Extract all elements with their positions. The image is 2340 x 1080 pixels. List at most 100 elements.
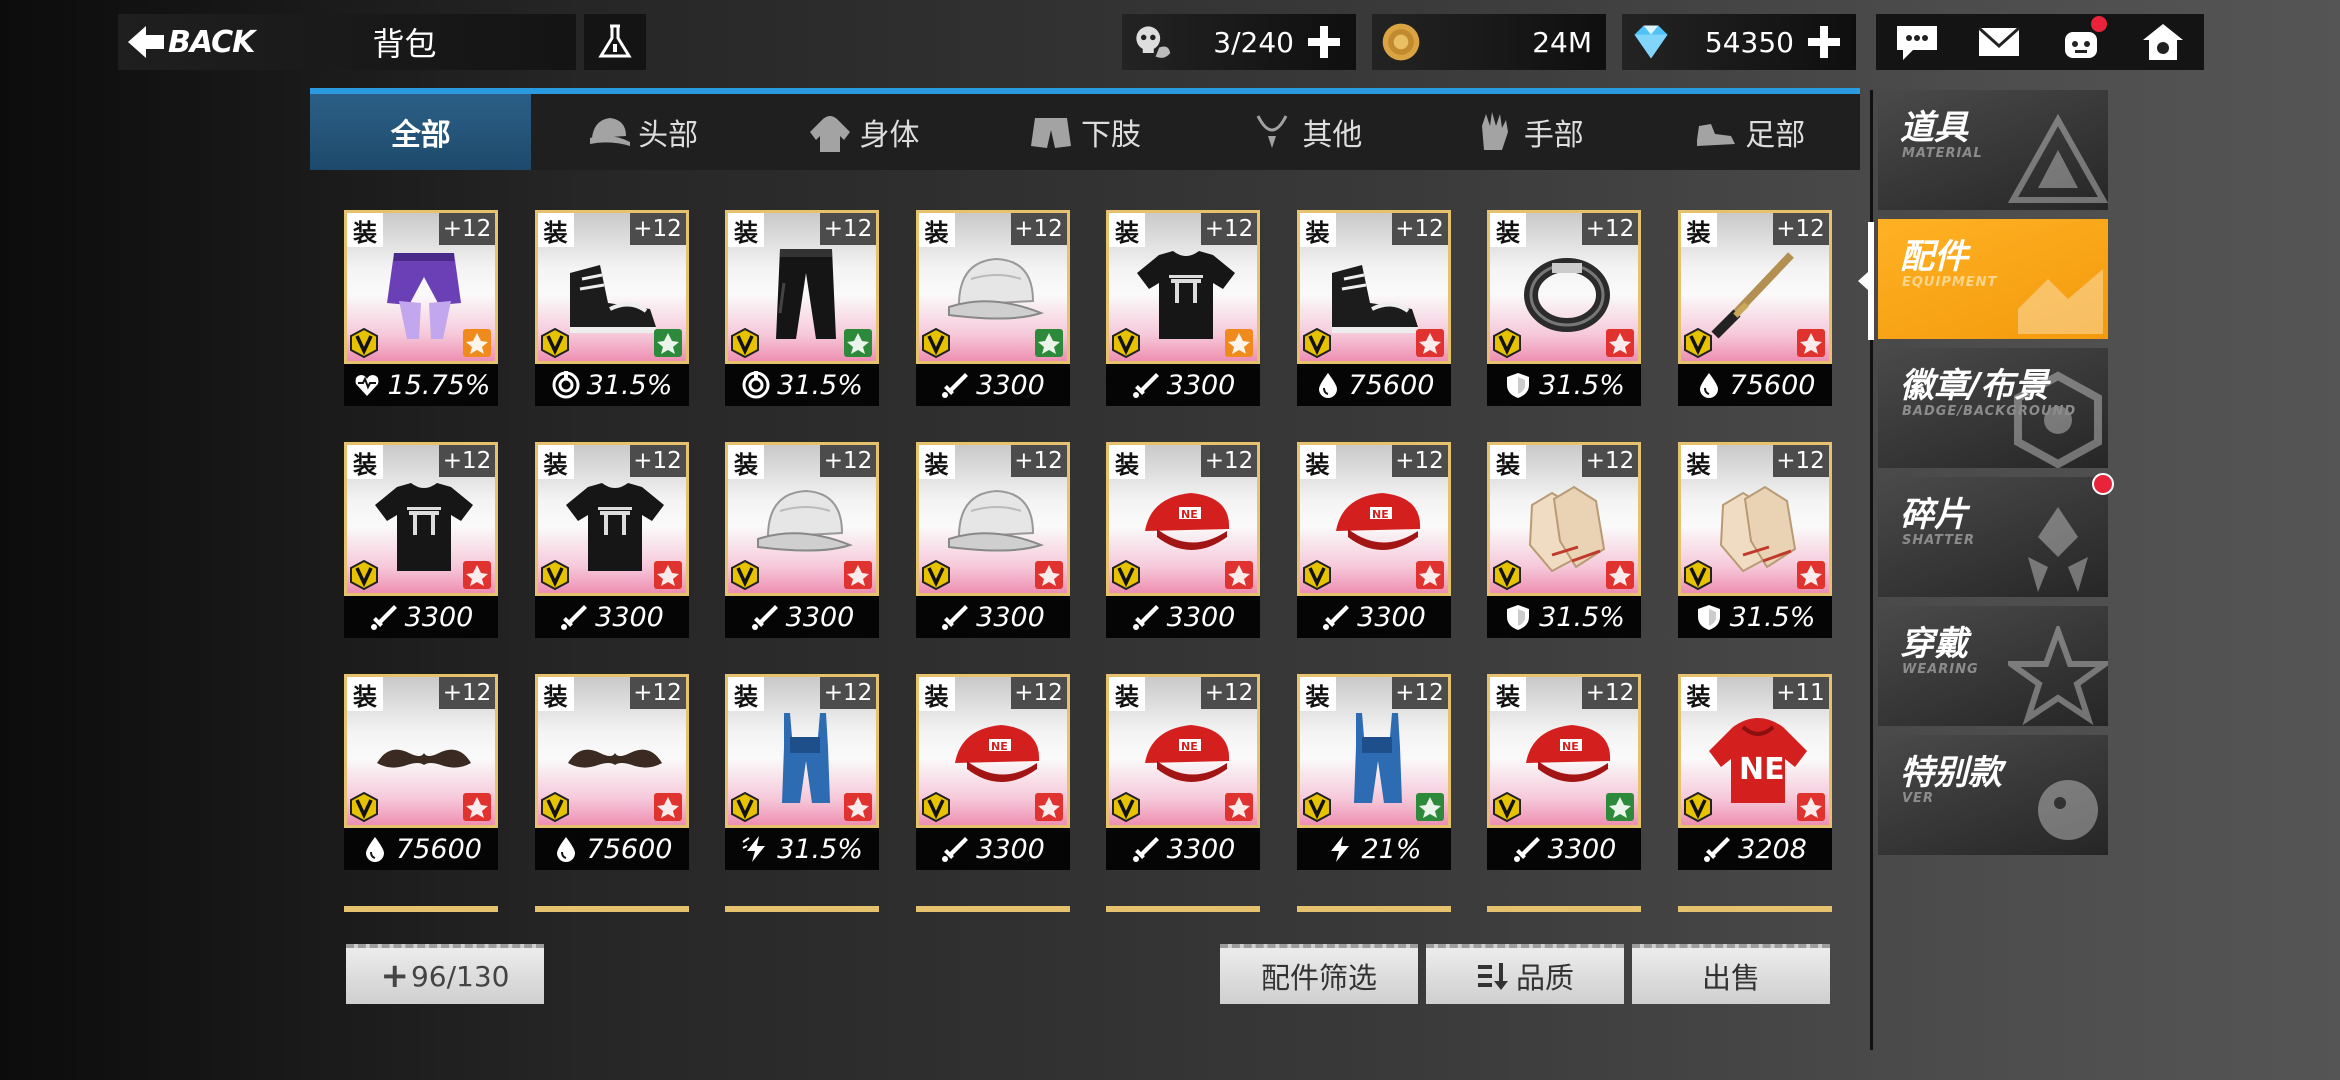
tab-other[interactable]: 其他 <box>1196 94 1417 170</box>
item-card[interactable]: 装 +12 3300 <box>534 442 689 638</box>
item-card[interactable]: 装 +12 3300 <box>915 210 1070 406</box>
item-card-partial[interactable] <box>344 906 498 912</box>
level-badge: +12 <box>1010 445 1067 477</box>
level-badge: +12 <box>439 445 495 477</box>
equipped-badge: 装 <box>1299 213 1336 247</box>
sidebar-item-equipment[interactable]: 配件 EQUIPMENT <box>1878 219 2108 339</box>
item-stat: 3300 <box>534 596 689 638</box>
item-grid: 装 +12 15.75% 装 +12 31.5% 装 +12 31.5% 装 +12 3300 装 +12… <box>344 210 1836 920</box>
gift-button[interactable] <box>2053 16 2109 66</box>
item-card-partial[interactable] <box>1296 906 1451 912</box>
item-card[interactable]: 装 +12 15.75% <box>344 210 498 406</box>
equipped-badge: 装 <box>1490 213 1526 247</box>
item-card-partial[interactable] <box>534 906 689 912</box>
item-card[interactable]: 装 +12 3300 <box>344 442 498 638</box>
v-rank-icon <box>1683 559 1712 591</box>
item-frame: 装 +12 <box>915 442 1070 596</box>
home-settings-button[interactable] <box>2135 18 2191 66</box>
item-card[interactable]: 装 +12 21% <box>1296 674 1451 870</box>
item-card[interactable]: NE 装 +12 3300 <box>1296 442 1451 638</box>
sidebar-item-shatter[interactable]: 碎片 SHATTER <box>1878 477 2108 597</box>
attribute-green-icon <box>1605 792 1635 822</box>
item-card[interactable]: 装 +12 31.5% <box>1677 442 1832 638</box>
tab-all[interactable]: 全部 <box>310 94 532 170</box>
sidebar-item-wearing[interactable]: 穿戴 WEARING <box>1878 606 2108 726</box>
item-card-partial[interactable] <box>1106 906 1260 912</box>
sidebar-item-special[interactable]: 特别款 VER <box>1878 735 2108 855</box>
item-card[interactable]: 装 +12 3300 <box>915 442 1070 638</box>
item-card[interactable]: 装 +12 31.5% <box>725 210 879 406</box>
sell-button[interactable]: 出售 <box>1632 944 1830 1004</box>
equipped-badge: 装 <box>347 213 383 247</box>
sidebar-item-material[interactable]: 道具 MATERIAL <box>1878 90 2108 210</box>
mail-button[interactable] <box>1971 18 2027 66</box>
notification-dot <box>2092 473 2114 495</box>
item-frame: 装 +12 <box>1487 442 1641 596</box>
item-card[interactable]: 装 +12 31.5% <box>1487 442 1641 638</box>
stat-value: 3300 <box>1166 369 1236 401</box>
chat-button[interactable] <box>1889 18 1945 66</box>
item-card[interactable]: NE 装 +12 3300 <box>1106 674 1260 870</box>
item-card[interactable]: 装 +12 75600 <box>534 674 689 870</box>
item-card-partial[interactable] <box>915 906 1070 912</box>
equipped-badge: 装 <box>1299 445 1336 479</box>
item-card[interactable]: 装 +12 3300 <box>725 442 879 638</box>
equipped-badge: 装 <box>918 213 955 247</box>
back-button[interactable]: BACK <box>118 14 255 70</box>
add-icon[interactable] <box>1806 24 1842 60</box>
tab-hands[interactable]: 手部 <box>1417 94 1638 170</box>
add-icon[interactable] <box>1306 24 1342 60</box>
info-button[interactable] <box>584 14 646 70</box>
item-card[interactable]: 装 +12 75600 <box>1677 210 1832 406</box>
attribute-red-icon <box>843 560 873 590</box>
level-badge: +12 <box>1582 677 1638 709</box>
item-card[interactable]: 装 +12 75600 <box>1296 210 1451 406</box>
v-rank-icon <box>1302 791 1331 823</box>
capacity-button[interactable]: + 96/130 <box>346 944 544 1004</box>
item-card[interactable]: NE 装 +12 3300 <box>915 674 1070 870</box>
item-card[interactable]: 装 +12 31.5% <box>725 674 879 870</box>
sidebar-item-subtitle: EQUIPMENT <box>1902 275 1998 290</box>
item-card[interactable]: NE 装 +12 3300 <box>1106 442 1260 638</box>
sword-icon <box>942 605 969 630</box>
equipped-badge: 装 <box>1680 445 1717 479</box>
sidebar-item-subtitle: WEARING <box>1902 662 1979 677</box>
equipped-badge: 装 <box>918 445 955 479</box>
item-card-partial[interactable] <box>1487 906 1641 912</box>
item-card-partial[interactable] <box>725 906 879 912</box>
level-badge: +12 <box>1391 677 1448 709</box>
v-rank-icon <box>1493 559 1521 591</box>
level-badge: +12 <box>820 677 876 709</box>
tab-body[interactable]: 身体 <box>753 94 974 170</box>
equipped-badge: 装 <box>1109 677 1145 711</box>
tab-label: 下肢 <box>1080 118 1141 153</box>
material-emblem-icon <box>2008 113 2108 203</box>
item-card-partial[interactable] <box>1677 906 1832 912</box>
item-stat: 31.5% <box>725 828 879 870</box>
tab-feet[interactable]: 足部 <box>1639 94 1860 170</box>
tab-legs[interactable]: 下肢 <box>974 94 1195 170</box>
item-card[interactable]: NE 装 +12 3300 <box>1487 674 1641 870</box>
item-stat: 31.5% <box>725 364 879 406</box>
item-frame: 装 +12 <box>1106 210 1260 364</box>
quality-sort-button[interactable]: 品质 <box>1426 944 1624 1004</box>
item-card[interactable]: NE 装 +11 3208 <box>1677 674 1832 870</box>
drop-icon <box>1318 373 1337 398</box>
item-card[interactable]: 装 +12 3300 <box>1106 210 1260 406</box>
attribute-green-icon <box>653 328 683 358</box>
item-stat: 75600 <box>344 828 498 870</box>
tab-head[interactable]: 头部 <box>531 94 752 170</box>
attribute-red-icon <box>653 792 683 822</box>
item-stat: 3300 <box>1487 828 1641 870</box>
item-card[interactable]: 装 +12 31.5% <box>1487 210 1641 406</box>
sidebar-item-badge-background[interactable]: 徽章/布景 BADGE/BACKGROUND <box>1878 348 2108 468</box>
shorts-icon <box>1030 118 1071 148</box>
level-badge: +12 <box>820 445 876 477</box>
stat-value: 21% <box>1361 833 1422 865</box>
item-card[interactable]: 装 +12 31.5% <box>534 210 689 406</box>
tab-label: 全部 <box>390 118 451 153</box>
equipped-badge: 装 <box>728 677 764 711</box>
svg-text:NE: NE <box>991 740 1008 753</box>
filter-button[interactable]: 配件筛选 <box>1220 944 1418 1004</box>
item-card[interactable]: 装 +12 75600 <box>344 674 498 870</box>
